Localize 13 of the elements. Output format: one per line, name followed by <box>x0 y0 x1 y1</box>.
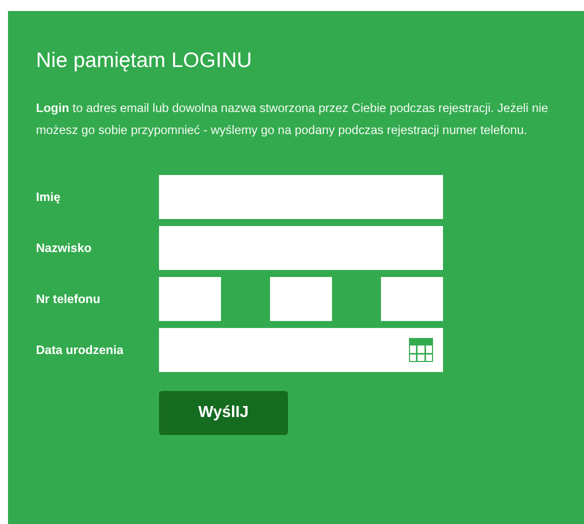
input-field[interactable] <box>159 175 443 219</box>
calendar-icon[interactable] <box>409 338 433 362</box>
field-label: Imię <box>36 188 62 206</box>
field-label: Nazwisko <box>36 240 93 257</box>
phone-field[interactable] <box>381 277 443 321</box>
phone-field[interactable] <box>159 277 221 321</box>
field-label: Nr telefonu <box>36 290 102 308</box>
form-title: Nie pamiętam LOGINU <box>36 48 253 74</box>
description-text: Login to adres email lub dowolna nazwa stworzona przez Ciebie podczas rejestracji. Jeżeli nie możesz go sobie przypomnieć - wyślemy go na podany podczas rejestracji numer telefonu. <box>36 100 550 139</box>
input-field[interactable] <box>159 226 443 270</box>
submit-button[interactable]: WyślIJ <box>159 391 288 435</box>
phone-field[interactable] <box>270 277 332 321</box>
field-label: Data urodzenia <box>36 342 124 359</box>
